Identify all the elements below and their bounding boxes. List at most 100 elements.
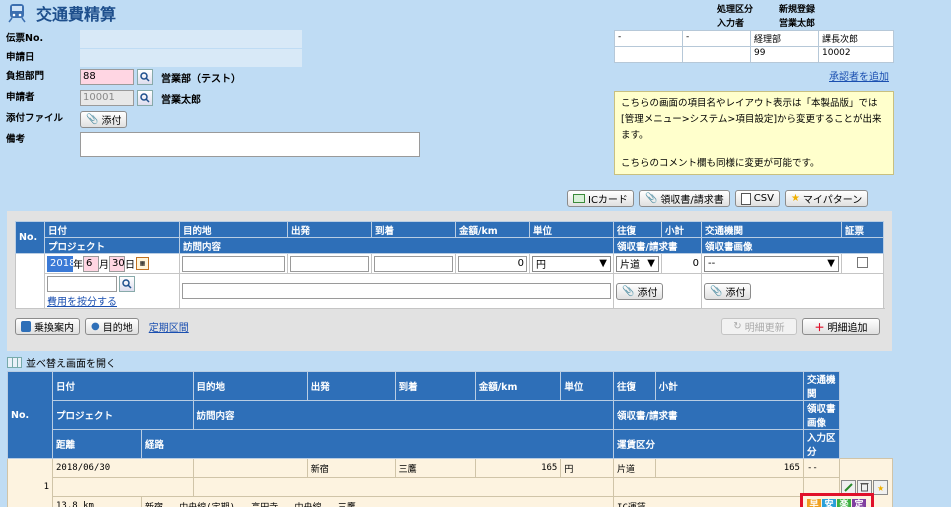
dept-search-button[interactable] xyxy=(137,69,153,85)
list-col-roundtrip: 往復 xyxy=(613,371,656,401)
attach-button[interactable]: 📎 添付 xyxy=(80,110,128,128)
my-pattern-button[interactable]: ★ マイパターン xyxy=(784,190,869,207)
train-icon xyxy=(8,4,26,23)
sort-link[interactable]: 並べ替え画面を開く xyxy=(26,355,116,370)
destination-button[interactable]: ● 目的地 xyxy=(85,318,139,335)
applicant-label: 申請者 xyxy=(6,92,35,103)
amount-input[interactable]: 0 xyxy=(458,255,527,272)
list-col-distance: 距離 xyxy=(52,429,142,459)
project-search-button[interactable] xyxy=(119,276,135,292)
applicant-search-button[interactable] xyxy=(137,90,153,106)
entry-actions-right: ↻ 明細更新 ＋ 明細追加 xyxy=(721,318,880,335)
add-approver-link[interactable]: 承認者を追加 xyxy=(829,68,889,83)
list-col-subtotal: 小計 xyxy=(654,371,804,401)
roundtrip-select[interactable]: 片道 ▼ xyxy=(616,255,659,272)
voucher-cell xyxy=(841,253,884,274)
roundtrip-value: 片道 xyxy=(620,260,640,271)
list-receipt-cell xyxy=(613,477,804,497)
departure-input[interactable] xyxy=(290,255,369,272)
remarks-input[interactable] xyxy=(80,131,420,157)
route-search-button[interactable]: 乗換案内 xyxy=(15,318,80,335)
image-attach-button[interactable]: 📎 添付 xyxy=(704,282,752,300)
arrival-cell xyxy=(371,253,456,274)
arrival-input[interactable] xyxy=(374,255,453,272)
table-row[interactable]: 13.8 km 新宿 - 中央線(定期) - 高円寺 - 中央線 - 三鷹 IC… xyxy=(8,493,893,507)
col-destination: 目的地 xyxy=(179,221,288,238)
ic-card-button[interactable]: ICカード xyxy=(567,190,634,207)
year-input[interactable]: 2018 xyxy=(47,255,75,272)
update-detail-button[interactable]: ↻ 明細更新 xyxy=(721,318,797,335)
applicant-name: 営業太郎 xyxy=(161,94,201,106)
receipt-button[interactable]: 📎 領収書/請求書 xyxy=(638,190,730,207)
calendar-icon[interactable]: ▦ xyxy=(136,257,149,270)
note-line: こちらのコメント欄も同様に変更が可能です。 xyxy=(621,158,820,169)
input-value: 営業太郎 xyxy=(779,19,816,29)
col-date: 日付 xyxy=(44,221,180,238)
list-project-cell xyxy=(52,477,194,497)
remarks-label: 備考 xyxy=(6,134,26,145)
csv-button[interactable]: CSV xyxy=(734,190,780,207)
table-row[interactable] xyxy=(8,477,893,497)
voucher-checkbox[interactable] xyxy=(857,256,868,268)
dept-row: 負担部門 88 営業部（テスト） xyxy=(4,68,241,86)
attach-row: 添付ファイル 📎 添付 xyxy=(4,110,128,128)
approval-cell xyxy=(682,46,751,63)
receipt-attach-label: 添付 xyxy=(637,287,658,299)
list-col-no: No. xyxy=(6,371,54,459)
list-transport-cell: -- xyxy=(802,458,841,478)
add-detail-button[interactable]: ＋ 明細追加 xyxy=(802,318,880,335)
csv-label: CSV xyxy=(753,193,774,204)
list-col-unit: 単位 xyxy=(560,371,615,401)
entry-actions-left: 乗換案内 ● 目的地 定期区間 xyxy=(15,318,189,335)
grid-icon xyxy=(7,357,22,368)
approval-cell: 経理部 xyxy=(750,30,819,47)
split-cost-link[interactable]: 費用を按分する xyxy=(47,293,177,308)
paperclip-icon: 📎 xyxy=(622,285,635,297)
dept-code-input[interactable]: 88 xyxy=(80,69,134,85)
destination-input[interactable] xyxy=(182,255,285,272)
dropdown-arrow-icon: ▼ xyxy=(827,258,835,269)
commuter-link[interactable]: 定期区間 xyxy=(149,319,189,334)
detail-list-table: No. 日付 目的地 出発 到着 金額/km 単位 往復 小計 交通機関 プロジ… xyxy=(6,371,893,507)
badge-fast: 早 xyxy=(806,499,821,507)
list-col-fare-type: 運賃区分 xyxy=(613,429,804,459)
input-label: 入力者 xyxy=(717,19,745,29)
dropdown-arrow-icon: ▼ xyxy=(599,258,607,269)
col-receipt-image: 領収書画像 xyxy=(701,237,884,254)
page-title: 交通費精算 xyxy=(36,5,117,24)
month-input[interactable]: 6 xyxy=(83,255,99,272)
visit-input[interactable] xyxy=(182,283,611,299)
approval-cell: 課長次郎 xyxy=(818,30,894,47)
receipt-attach-button[interactable]: 📎 添付 xyxy=(616,282,664,300)
ic-card-label: ICカード xyxy=(588,195,628,206)
applicant-code-input[interactable]: 10001 xyxy=(80,90,134,106)
unit-value: 円 xyxy=(536,260,546,271)
list-no-cell: 1 xyxy=(6,458,54,507)
search-icon xyxy=(122,279,132,289)
search-icon xyxy=(140,72,150,82)
route-search-label: 乗換案内 xyxy=(34,323,74,334)
project-input[interactable] xyxy=(47,276,117,292)
col-subtotal: 小計 xyxy=(661,221,702,238)
slip-label: 伝票No. xyxy=(6,33,44,44)
date-label: 申請日 xyxy=(6,52,35,63)
process-label: 処理区分 xyxy=(717,5,754,15)
update-detail-label: 明細更新 xyxy=(744,323,785,334)
entry-no-cell xyxy=(15,253,45,309)
list-col-departure: 出発 xyxy=(306,371,396,401)
badge-easy: 楽 xyxy=(836,499,851,507)
list-departure-cell: 新宿 xyxy=(306,458,396,478)
col-departure: 出発 xyxy=(287,221,372,238)
list-subtotal-cell: 165 xyxy=(654,458,804,478)
list-col-input-type: 入力区分 xyxy=(802,429,841,459)
process-value: 新規登録 xyxy=(779,5,816,15)
unit-select[interactable]: 円 ▼ xyxy=(532,255,611,272)
star-icon[interactable]: ★ xyxy=(873,479,889,495)
entry-panel: No. 日付 目的地 出発 到着 金額/km 単位 往復 小計 交通機関 証票 … xyxy=(7,211,892,351)
list-roundtrip-cell: 片道 xyxy=(613,458,656,478)
attach-button-label: 添付 xyxy=(101,115,122,127)
approval-table: - - 経理部 課長次郎 99 10002 xyxy=(614,30,894,63)
transport-select[interactable]: -- ▼ xyxy=(704,255,839,272)
table-row[interactable]: 1 2018/06/30 新宿 三鷹 165 円 片道 165 -- ★ xyxy=(6,458,893,507)
day-input[interactable]: 30 xyxy=(109,255,125,272)
